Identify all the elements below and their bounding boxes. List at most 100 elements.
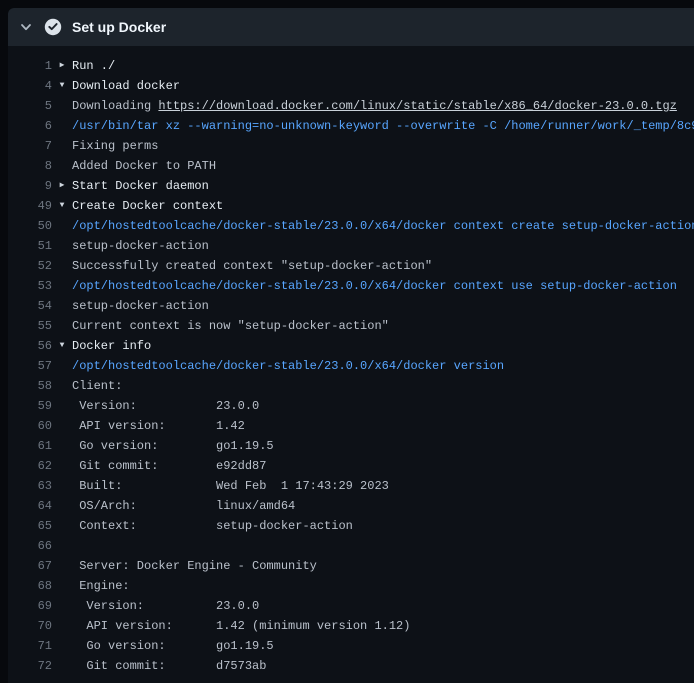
line-number[interactable]: 55 bbox=[8, 316, 52, 336]
log-text: /opt/hostedtoolcache/docker-stable/23.0.… bbox=[72, 216, 694, 236]
gutter-spacer bbox=[52, 516, 72, 536]
gutter-spacer bbox=[52, 416, 72, 436]
chevron-down-toggle-icon[interactable]: ▼ bbox=[52, 196, 72, 216]
line-number[interactable]: 49 bbox=[8, 196, 52, 216]
log-group-row[interactable]: 49▼Create Docker context bbox=[8, 196, 694, 216]
log-text: Successfully created context "setup-dock… bbox=[72, 256, 432, 276]
gutter-spacer bbox=[52, 616, 72, 636]
plain-text: Go version: go1.19.5 bbox=[72, 639, 274, 653]
gutter-spacer bbox=[52, 576, 72, 596]
log-line-row: 51 setup-docker-action bbox=[8, 236, 694, 256]
log-group-row[interactable]: 56▼Docker info bbox=[8, 336, 694, 356]
line-number[interactable]: 57 bbox=[8, 356, 52, 376]
line-number[interactable]: 71 bbox=[8, 636, 52, 656]
log-text: Git commit: e92dd87 bbox=[72, 456, 266, 476]
line-number[interactable]: 63 bbox=[8, 476, 52, 496]
log-line-row: 65 Context: setup-docker-action bbox=[8, 516, 694, 536]
line-number[interactable]: 52 bbox=[8, 256, 52, 276]
plain-text: Start Docker daemon bbox=[72, 179, 209, 193]
plain-text: OS/Arch: linux/amd64 bbox=[72, 499, 295, 513]
log-text: OS/Arch: linux/amd64 bbox=[72, 496, 295, 516]
log-group-row[interactable]: 4▼Download docker bbox=[8, 76, 694, 96]
chevron-down-toggle-icon[interactable]: ▼ bbox=[52, 76, 72, 96]
line-number[interactable]: 60 bbox=[8, 416, 52, 436]
line-number[interactable]: 69 bbox=[8, 596, 52, 616]
line-number[interactable]: 8 bbox=[8, 156, 52, 176]
plain-text: API version: 1.42 (minimum version 1.12) bbox=[72, 619, 410, 633]
log-group-row[interactable]: 9▶Start Docker daemon bbox=[8, 176, 694, 196]
line-number[interactable]: 72 bbox=[8, 656, 52, 676]
log-text: API version: 1.42 bbox=[72, 416, 245, 436]
gutter-spacer bbox=[52, 356, 72, 376]
line-number[interactable]: 51 bbox=[8, 236, 52, 256]
log-text: Start Docker daemon bbox=[72, 176, 209, 196]
log-line-row: 6/usr/bin/tar xz --warning=no-unknown-ke… bbox=[8, 116, 694, 136]
step-header[interactable]: Set up Docker bbox=[8, 8, 694, 46]
gutter-spacer bbox=[52, 156, 72, 176]
log-line-row: 64 OS/Arch: linux/amd64 bbox=[8, 496, 694, 516]
log-line-row: 52 Successfully created context "setup-do… bbox=[8, 256, 694, 276]
plain-text: Server: Docker Engine - Community bbox=[72, 559, 317, 573]
log-text: /usr/bin/tar xz --warning=no-unknown-key… bbox=[72, 116, 694, 136]
log-line-row: 72 Git commit: d7573ab bbox=[8, 656, 694, 676]
line-number[interactable]: 68 bbox=[8, 576, 52, 596]
log-text: API version: 1.42 (minimum version 1.12) bbox=[72, 616, 410, 636]
line-number[interactable]: 56 bbox=[8, 336, 52, 356]
line-number[interactable]: 64 bbox=[8, 496, 52, 516]
line-number[interactable]: 53 bbox=[8, 276, 52, 296]
line-number[interactable]: 66 bbox=[8, 536, 52, 556]
line-number[interactable]: 54 bbox=[8, 296, 52, 316]
log-text: setup-docker-action bbox=[72, 296, 209, 316]
step-log-panel: Set up Docker 1▶Run ./4▼Download docker5… bbox=[8, 8, 694, 683]
log-text: Run ./ bbox=[72, 56, 115, 76]
plain-text: setup-docker-action bbox=[72, 239, 209, 253]
collapse-step-button[interactable] bbox=[14, 15, 38, 39]
line-number[interactable]: 59 bbox=[8, 396, 52, 416]
chevron-right-toggle-icon[interactable]: ▶ bbox=[52, 176, 72, 196]
log-text: /opt/hostedtoolcache/docker-stable/23.0.… bbox=[72, 276, 677, 296]
log-text: Docker info bbox=[72, 336, 151, 356]
line-number[interactable]: 58 bbox=[8, 376, 52, 396]
log-line-row: 62 Git commit: e92dd87 bbox=[8, 456, 694, 476]
line-number[interactable]: 62 bbox=[8, 456, 52, 476]
line-number[interactable]: 6 bbox=[8, 116, 52, 136]
chevron-down-toggle-icon[interactable]: ▼ bbox=[52, 336, 72, 356]
log-text: Engine: bbox=[72, 576, 130, 596]
plain-text: Engine: bbox=[72, 579, 130, 593]
log-url-link[interactable]: https://download.docker.com/linux/static… bbox=[158, 99, 676, 113]
command-text: /opt/hostedtoolcache/docker-stable/23.0.… bbox=[72, 359, 504, 373]
line-number[interactable]: 67 bbox=[8, 556, 52, 576]
chevron-right-toggle-icon[interactable]: ▶ bbox=[52, 56, 72, 76]
line-number[interactable]: 61 bbox=[8, 436, 52, 456]
log-text: Version: 23.0.0 bbox=[72, 396, 259, 416]
line-number[interactable]: 7 bbox=[8, 136, 52, 156]
plain-text: Version: 23.0.0 bbox=[72, 399, 259, 413]
log-text: Current context is now "setup-docker-act… bbox=[72, 316, 389, 336]
plain-text: Client: bbox=[72, 379, 122, 393]
log-group-row[interactable]: 1▶Run ./ bbox=[8, 56, 694, 76]
gutter-spacer bbox=[52, 656, 72, 676]
line-number[interactable]: 9 bbox=[8, 176, 52, 196]
line-number[interactable]: 65 bbox=[8, 516, 52, 536]
plain-text: Git commit: d7573ab bbox=[72, 659, 266, 673]
log-text: setup-docker-action bbox=[72, 236, 209, 256]
log-text: Version: 23.0.0 bbox=[72, 596, 259, 616]
gutter-spacer bbox=[52, 136, 72, 156]
line-number[interactable]: 1 bbox=[8, 56, 52, 76]
log-line-row: 58 Client: bbox=[8, 376, 694, 396]
gutter-spacer bbox=[52, 276, 72, 296]
line-number[interactable]: 5 bbox=[8, 96, 52, 116]
log-text: Git commit: d7573ab bbox=[72, 656, 266, 676]
gutter-spacer bbox=[52, 216, 72, 236]
log-line-row: 5Downloading https://download.docker.com… bbox=[8, 96, 694, 116]
gutter-spacer bbox=[52, 296, 72, 316]
log-text: Go version: go1.19.5 bbox=[72, 636, 274, 656]
line-number[interactable]: 70 bbox=[8, 616, 52, 636]
line-number[interactable]: 4 bbox=[8, 76, 52, 96]
log-line-row: 54 setup-docker-action bbox=[8, 296, 694, 316]
gutter-spacer bbox=[52, 316, 72, 336]
log-text: Fixing perms bbox=[72, 136, 158, 156]
status-success-check-circle-icon bbox=[44, 18, 62, 36]
line-number[interactable]: 50 bbox=[8, 216, 52, 236]
gutter-spacer bbox=[52, 496, 72, 516]
